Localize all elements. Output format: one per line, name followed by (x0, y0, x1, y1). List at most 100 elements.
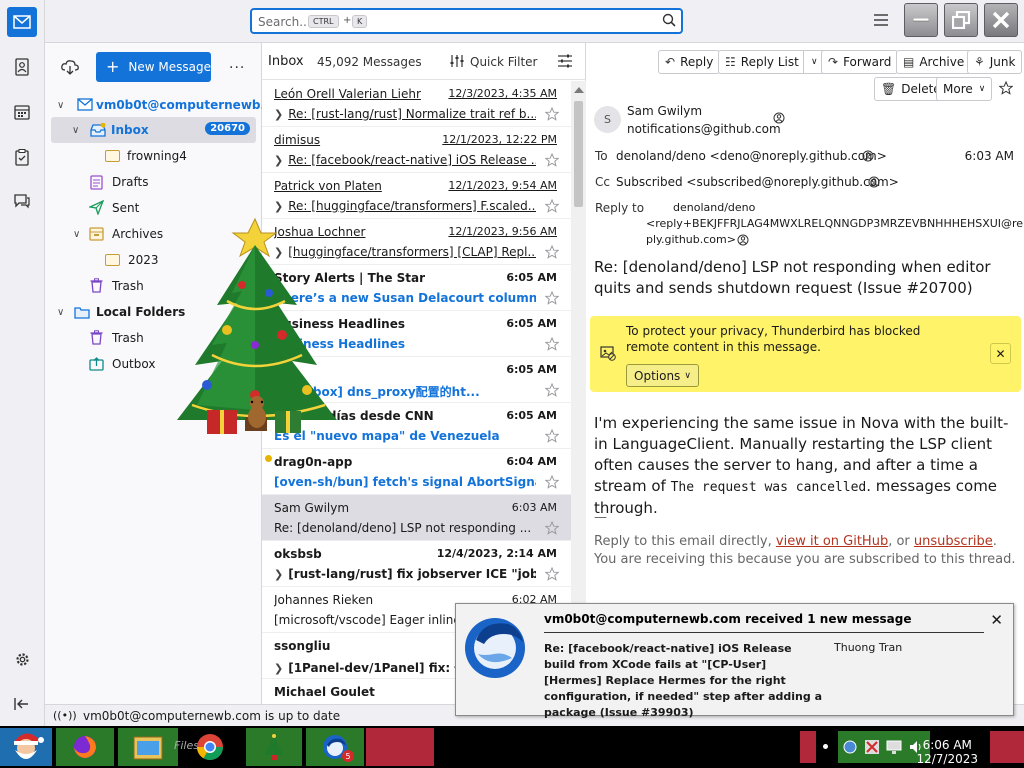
sender-email[interactable]: notifications@github.com (627, 122, 781, 136)
contact-icon[interactable] (862, 150, 874, 165)
sent-icon (87, 199, 105, 216)
firefox-taskbar-button[interactable] (56, 728, 114, 766)
star-icon[interactable] (544, 152, 560, 170)
start-button[interactable] (0, 728, 52, 766)
tasks-button[interactable] (7, 142, 37, 172)
close-icon (992, 11, 1010, 29)
status-text: vm0b0t@computernewb.com is up to date (83, 709, 341, 723)
chat-button[interactable] (7, 186, 37, 216)
maximize-button[interactable] (944, 3, 978, 37)
forward-button[interactable]: ↷ Forward (821, 50, 899, 74)
chat-icon (14, 194, 30, 209)
thread-expand-icon[interactable]: ❯ (274, 568, 283, 581)
star-icon[interactable] (544, 336, 560, 354)
online-status-icon[interactable]: ((•)) (53, 709, 77, 722)
reply-to-line3[interactable]: ply.github.com> (646, 233, 736, 246)
star-icon[interactable] (998, 80, 1014, 98)
thunderbird-logo-icon (460, 610, 530, 683)
to-recipient[interactable]: denoland/deno <deno@noreply.github.com> (616, 149, 887, 163)
scroll-up-arrow[interactable] (574, 87, 584, 93)
delete-label: Delete (901, 82, 941, 96)
message-row[interactable]: oksbsb 12/4/2023, 2:14 AM ❯ [rust-lang/rust… (262, 541, 571, 587)
thread-expand-icon[interactable]: ❯ (274, 662, 283, 675)
chrome-taskbar-button[interactable] (195, 728, 225, 766)
cc-recipient[interactable]: Subscribed <subscribed@noreply.github.co… (616, 175, 899, 189)
search-placeholder: Search... (258, 15, 311, 29)
star-icon[interactable] (544, 520, 560, 538)
chevron-down-icon[interactable]: ∨ (57, 100, 64, 111)
message-row[interactable]: Sam Gwilym 6:03 AM Re: [denoland/deno] LSP… (262, 495, 571, 541)
minimize-button[interactable] (904, 3, 938, 37)
quick-filter-button[interactable]: Quick Filter (470, 55, 537, 69)
options-button[interactable]: Options ∨ (626, 364, 699, 387)
reply-label: Reply (680, 55, 714, 69)
message-sender: ssongliu (274, 639, 331, 653)
app-menu-icon[interactable] (874, 14, 888, 29)
alert-icon[interactable] (864, 739, 880, 758)
chevron-down-icon[interactable]: ∨ (73, 229, 80, 240)
list-display-options-icon[interactable] (558, 54, 572, 71)
star-icon[interactable] (544, 290, 560, 308)
tree-taskbar-button[interactable] (246, 728, 302, 766)
collapse-spaces-button[interactable] (8, 690, 36, 718)
reply-list-button[interactable]: ☷ Reply List ∨ (718, 50, 826, 74)
scroll-thumb[interactable] (574, 101, 583, 207)
new-mail-notification[interactable]: vm0b0t@computernewb.com received 1 new m… (455, 603, 1014, 719)
message-count: 45,092 Messages (317, 55, 422, 69)
show-desktop-button[interactable] (990, 731, 1024, 763)
message-row[interactable]: dimisus 12/1/2023, 12:22 PM ❯ Re: [facebook… (262, 127, 571, 173)
get-messages-icon[interactable] (61, 59, 79, 78)
search-input[interactable]: Search... CTRL + K (250, 8, 683, 34)
star-icon[interactable] (544, 474, 560, 492)
contact-icon[interactable] (773, 112, 785, 127)
junk-button[interactable]: ⚘ Junk (967, 50, 1023, 74)
drafts-icon (90, 175, 106, 190)
view-on-github-link[interactable]: view it on GitHub (776, 534, 888, 549)
new-message-button[interactable]: + New Message (96, 52, 211, 82)
star-icon[interactable] (544, 198, 560, 216)
folder-label: frowning4 (127, 149, 187, 163)
thread-expand-icon[interactable]: ❯ (274, 108, 283, 121)
mail-space-button[interactable] (7, 7, 37, 37)
folder-inbox[interactable]: ∨ Inbox 20670 (51, 117, 256, 143)
unsubscribe-link[interactable]: unsubscribe (914, 534, 993, 549)
account-row[interactable]: ∨ vm0b0t@computernewb.com (45, 92, 293, 118)
message-row[interactable]: León Orell Valerian Liehr 12/3/2023, 4:35… (262, 81, 571, 127)
close-window-button[interactable] (984, 3, 1018, 37)
thread-expand-icon[interactable]: ❯ (274, 154, 283, 167)
address-book-button[interactable] (7, 52, 37, 82)
search-icon[interactable] (662, 13, 676, 30)
calendar-button[interactable] (7, 97, 37, 127)
star-icon[interactable] (544, 106, 560, 124)
star-icon[interactable] (544, 382, 560, 400)
contact-icon[interactable] (737, 234, 749, 249)
thunderbird-taskbar-button[interactable]: 5 (306, 728, 364, 766)
chevron-down-icon[interactable]: ∨ (57, 307, 64, 318)
network-icon[interactable] (842, 739, 858, 758)
contact-icon[interactable] (868, 176, 880, 191)
sender-name[interactable]: Sam Gwilym (627, 104, 702, 118)
star-icon[interactable] (544, 428, 560, 446)
close-notification-button[interactable]: ✕ (990, 343, 1011, 364)
message-row[interactable]: drag0n-app 6:04 AM [oven-sh/bun] fetch's s… (262, 449, 571, 495)
more-button[interactable]: More ∨ (936, 77, 993, 101)
folder-pane-menu-button[interactable]: ... (229, 56, 245, 72)
clock[interactable]: 6:06 AM 12/7/2023 (916, 738, 978, 766)
star-icon[interactable] (544, 244, 560, 262)
files-taskbar-button[interactable]: Files (118, 728, 199, 766)
archive-button[interactable]: ▤ Archive (896, 50, 972, 74)
settings-button[interactable] (8, 645, 36, 673)
firefox-icon (74, 736, 96, 758)
folder-frowning4[interactable]: frowning4 (45, 143, 261, 169)
star-icon[interactable] (544, 566, 560, 584)
mail-icon (13, 15, 31, 29)
taskbar-button[interactable] (366, 728, 434, 766)
close-notification-icon[interactable]: ✕ (990, 611, 1003, 629)
reply-button[interactable]: ↶ Reply (658, 50, 721, 74)
folder-drafts[interactable]: Drafts (45, 169, 261, 195)
monitor-icon[interactable] (886, 739, 902, 758)
reply-to-line2[interactable]: <reply+BEKJFFRJLAG4MWXLRELQNNGDP3MRZEVBN… (646, 217, 1023, 230)
reply-to-line1[interactable]: denoland/deno (673, 201, 755, 214)
chevron-down-icon[interactable]: ∨ (72, 125, 79, 136)
footer-text: , or (888, 534, 914, 549)
